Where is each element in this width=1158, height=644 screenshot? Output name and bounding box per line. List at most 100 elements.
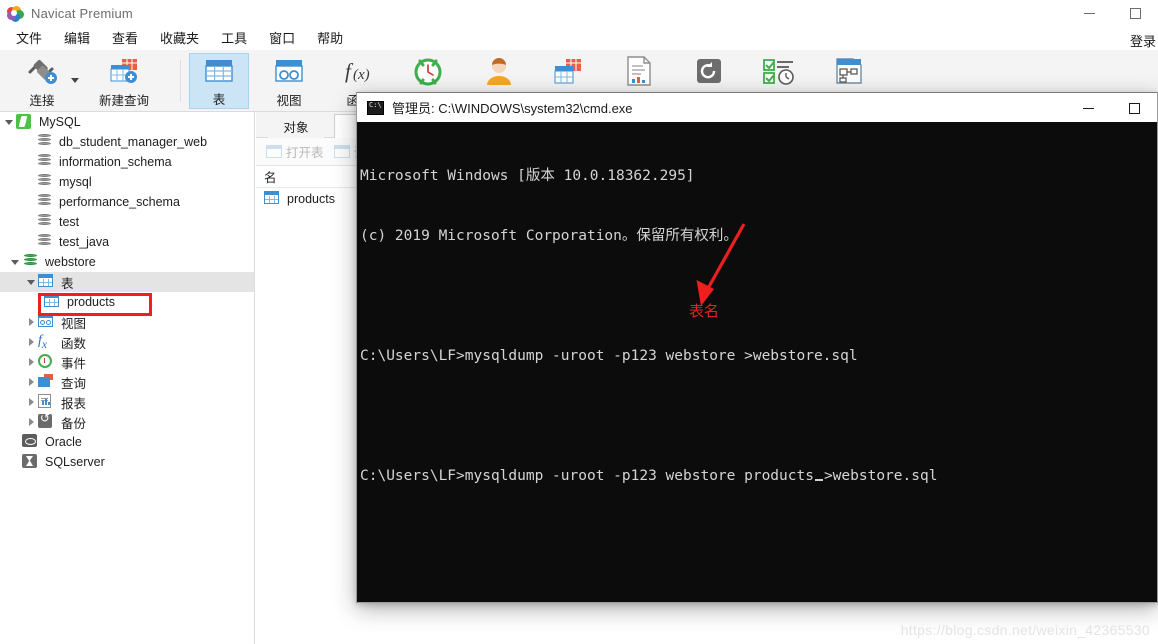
report-icon xyxy=(38,394,56,410)
menu-item-favorites[interactable]: 收藏夹 xyxy=(149,27,210,50)
navicat-logo-icon xyxy=(7,5,24,22)
chevron-right-icon[interactable] xyxy=(24,392,38,412)
connection-icon xyxy=(25,53,59,89)
chevron-placeholder xyxy=(8,452,22,472)
toolbar-separator xyxy=(180,60,181,102)
annotation-label: 表名 xyxy=(689,303,720,320)
chevron-right-icon[interactable] xyxy=(24,312,38,332)
minimize-button[interactable] xyxy=(1066,0,1112,27)
cmd-prompt-prefix: C:\Users\LF>mysqldump -uroot -p123 webst… xyxy=(360,468,814,484)
cmd-line xyxy=(360,406,1157,426)
tree-label: 事件 xyxy=(61,356,87,371)
object-row-name: products xyxy=(287,192,335,206)
cmd-title-bar[interactable]: 管理员: C:\WINDOWS\system32\cmd.exe xyxy=(357,92,1157,122)
menu-item-file[interactable]: 文件 xyxy=(5,27,53,50)
user-icon xyxy=(483,53,515,89)
tree-node-reports[interactable]: 报表 xyxy=(0,392,254,412)
database-icon xyxy=(36,194,54,210)
menu-item-edit[interactable]: 编辑 xyxy=(53,27,101,50)
tree-label: information_schema xyxy=(59,155,172,169)
toolbar-button-table[interactable]: 表 xyxy=(189,53,249,109)
tree-node-db-student-manager-web[interactable]: db_student_manager_web xyxy=(0,132,254,152)
cmd-line: C:\Users\LF>mysqldump -uroot -p123 webst… xyxy=(360,348,858,364)
login-link[interactable]: 登录 xyxy=(1130,31,1156,50)
tree-label: products xyxy=(67,295,115,309)
open-table-button[interactable]: 打开表 xyxy=(266,142,324,161)
app-title: Navicat Premium xyxy=(31,6,133,21)
minimize-icon xyxy=(1082,107,1094,109)
tree-node-products[interactable]: products xyxy=(0,292,254,312)
menu-item-view[interactable]: 查看 xyxy=(101,27,149,50)
tree-label: test_java xyxy=(59,235,110,249)
mysql-icon xyxy=(16,114,34,130)
chevron-right-icon[interactable] xyxy=(24,352,38,372)
backup-icon xyxy=(693,53,725,89)
tree-node-test-java[interactable]: test_java xyxy=(0,232,254,252)
view-icon xyxy=(38,314,56,330)
tree-label: 表 xyxy=(61,276,74,291)
database-icon xyxy=(36,154,54,170)
tree-node-functions[interactable]: fx 函数 xyxy=(0,332,254,352)
tree-label: test xyxy=(59,215,80,229)
query-icon xyxy=(38,374,56,390)
tab-objects[interactable]: 对象 xyxy=(268,115,324,138)
menu-item-help[interactable]: 帮助 xyxy=(306,27,354,50)
table-icon xyxy=(204,54,234,88)
connection-tree-sidebar[interactable]: MySQL db_student_manager_web information… xyxy=(0,112,255,644)
tree-node-tables[interactable]: 表 xyxy=(0,272,254,292)
tree-label: performance_schema xyxy=(59,195,180,209)
chevron-down-icon[interactable] xyxy=(2,112,16,132)
cmd-line xyxy=(360,286,1157,306)
toolbar-button-connection[interactable]: 连接 xyxy=(14,53,70,109)
chevron-right-icon[interactable] xyxy=(24,412,38,432)
function-icon: f (x) xyxy=(342,53,376,89)
cmd-minimize-button[interactable] xyxy=(1065,93,1111,123)
cmd-output-area[interactable]: Microsoft Windows [版本 10.0.18362.295] (c… xyxy=(357,122,1157,602)
tree-label: Oracle xyxy=(45,435,82,449)
chevron-placeholder xyxy=(22,212,36,232)
tree-node-test[interactable]: test xyxy=(0,212,254,232)
column-header-name: 名 xyxy=(264,171,277,185)
toolbar-button-view[interactable]: 视图 xyxy=(259,53,319,109)
maximize-button[interactable] xyxy=(1112,0,1158,27)
chevron-placeholder xyxy=(22,152,36,172)
toolbar-button-new-query[interactable]: 新建查询 xyxy=(88,53,160,109)
tree-node-mysql[interactable]: MySQL xyxy=(0,112,254,132)
tree-node-queries[interactable]: 查询 xyxy=(0,372,254,392)
cmd-title-text: 管理员: C:\WINDOWS\system32\cmd.exe xyxy=(392,101,633,116)
tree-label: 视图 xyxy=(61,316,87,331)
cmd-line: (c) 2019 Microsoft Corporation。保留所有权利。 xyxy=(360,228,738,244)
tree-label: db_student_manager_web xyxy=(59,135,208,149)
tree-node-information-schema[interactable]: information_schema xyxy=(0,152,254,172)
tree-node-performance-schema[interactable]: performance_schema xyxy=(0,192,254,212)
design-table-icon xyxy=(333,145,350,158)
tree-node-sqlserver[interactable]: SQLserver xyxy=(0,452,254,472)
tree-node-oracle[interactable]: Oracle xyxy=(0,432,254,452)
cmd-maximize-button[interactable] xyxy=(1111,93,1157,123)
toolbar-label-new-query: 新建查询 xyxy=(98,94,149,108)
toolbar-label-view: 视图 xyxy=(276,94,302,108)
tree-node-mysql-db[interactable]: mysql xyxy=(0,172,254,192)
toolbar-label-connection: 连接 xyxy=(29,94,55,108)
backup-icon xyxy=(38,411,56,430)
model-icon xyxy=(834,53,864,89)
tree-node-webstore[interactable]: webstore xyxy=(0,252,254,272)
tree-label: 报表 xyxy=(61,396,87,411)
tree-node-events[interactable]: 事件 xyxy=(0,352,254,372)
menu-item-window[interactable]: 窗口 xyxy=(258,27,306,50)
query-icon xyxy=(552,53,584,89)
tree-node-views[interactable]: 视图 xyxy=(0,312,254,332)
menu-item-tools[interactable]: 工具 xyxy=(210,27,258,50)
cmd-prompt-suffix: >webstore.sql xyxy=(823,468,938,484)
tree-label: mysql xyxy=(59,175,92,189)
tree-node-backups[interactable]: 备份 xyxy=(0,411,254,432)
chevron-right-icon[interactable] xyxy=(24,372,38,392)
tree-label: 备份 xyxy=(61,416,87,431)
chevron-right-icon[interactable] xyxy=(24,332,38,352)
chevron-down-icon[interactable] xyxy=(8,252,22,272)
maximize-icon xyxy=(1128,102,1140,114)
minimize-icon xyxy=(1083,13,1095,14)
chevron-down-icon[interactable] xyxy=(24,272,38,292)
command-prompt-window[interactable]: 管理员: C:\WINDOWS\system32\cmd.exe Microso… xyxy=(356,92,1158,603)
connection-dropdown-caret-icon[interactable] xyxy=(71,78,79,83)
